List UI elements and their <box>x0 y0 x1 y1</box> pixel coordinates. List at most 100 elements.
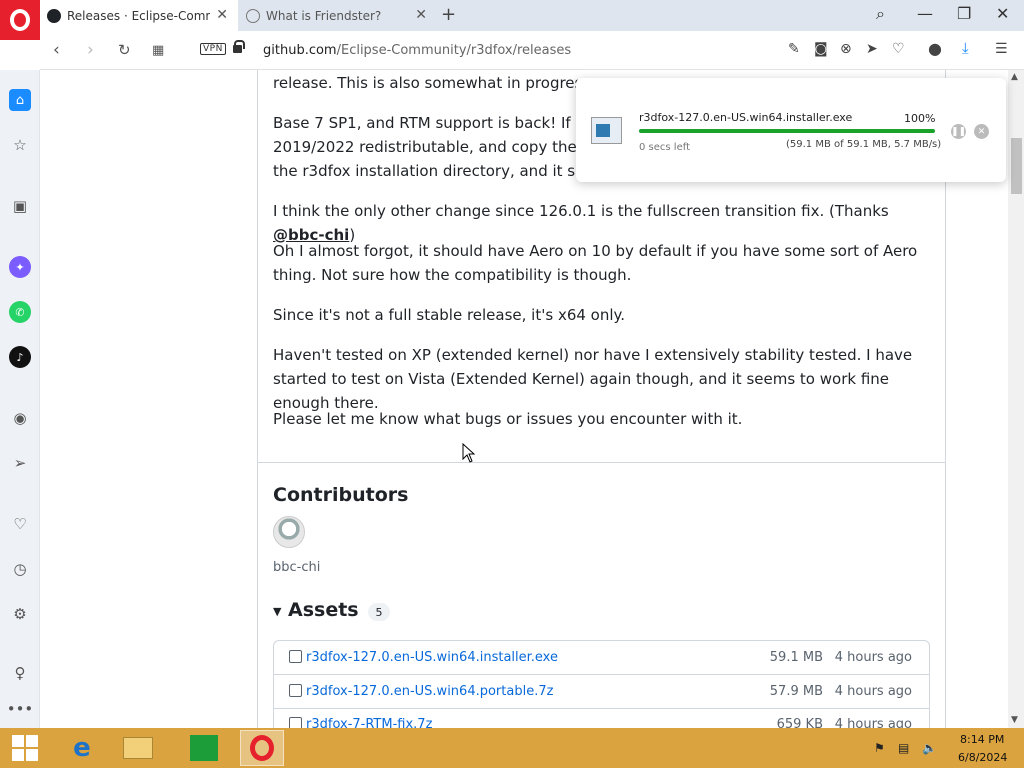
windows-logo-tile <box>12 735 24 747</box>
sidebar <box>0 70 40 728</box>
asset-link[interactable]: r3dfox-127.0.en-US.win64.portable.7z <box>306 684 553 699</box>
volume-muted-icon[interactable]: 🔈 <box>922 741 937 755</box>
asset-time: 4 hours ago <box>834 650 912 665</box>
messenger-icon[interactable]: ✦ <box>9 256 31 278</box>
pause-icon[interactable]: ❚❚ <box>951 124 966 139</box>
restore-button[interactable]: ❐ <box>957 4 971 23</box>
url-field[interactable]: github.com/Eclipse-Community/r3dfox/rele… <box>263 43 571 58</box>
send-icon[interactable]: ➢ <box>9 452 31 474</box>
caret-down-icon[interactable]: ▼ <box>273 605 281 618</box>
asset-link[interactable]: r3dfox-127.0.en-US.win64.installer.exe <box>306 650 558 665</box>
download-percent: 100% <box>904 112 936 125</box>
heart-icon[interactable]: ♡ <box>892 41 905 57</box>
lock-icon[interactable] <box>233 40 245 53</box>
release-note-paragraph: Oh I almost forgot, it should have Aero … <box>273 242 918 284</box>
internet-explorer-icon[interactable]: e <box>60 730 104 766</box>
cancel-icon[interactable]: ✕ <box>974 124 989 139</box>
package-icon <box>289 684 302 697</box>
installer-file-icon <box>591 117 622 144</box>
vpn-badge[interactable]: VPN <box>200 43 226 55</box>
release-note-paragraph: Since it's not a full stable release, it… <box>273 306 626 324</box>
forward-button[interactable]: › <box>87 40 94 60</box>
camera-icon[interactable]: ◙ <box>814 41 828 57</box>
shopping-bag-icon[interactable]: ▣ <box>9 195 31 217</box>
asset-size: 659 KB <box>776 717 823 728</box>
github-icon <box>47 8 61 23</box>
assets-count-badge: 5 <box>368 603 390 621</box>
url-path: /Eclipse-Community/r3dfox/releases <box>336 43 572 58</box>
paragraph-text: I think the only other change since 126.… <box>273 202 889 220</box>
asset-link[interactable]: r3dfox-7-RTM-fix.7z <box>306 717 432 728</box>
mouse-cursor-icon <box>462 443 476 463</box>
tab-label: What is Friendster? <box>266 8 382 23</box>
clock-time[interactable]: 8:14 PM <box>960 733 1004 746</box>
asset-time: 4 hours ago <box>834 684 912 699</box>
minimize-button[interactable]: — <box>917 4 933 23</box>
tiktok-icon[interactable]: ♪ <box>9 346 31 368</box>
scroll-up-icon[interactable]: ▲ <box>1011 72 1018 82</box>
globe-icon <box>246 8 260 23</box>
scroll-down-icon[interactable]: ▼ <box>1011 715 1018 725</box>
asset-row: r3dfox-7-RTM-fix.7z 659 KB 4 hours ago <box>274 709 929 728</box>
opera-logo-icon <box>10 9 30 31</box>
easy-setup-icon[interactable]: ☰ <box>995 41 1008 57</box>
scroll-thumb[interactable] <box>1011 138 1022 194</box>
speed-dial-icon[interactable]: ▦ <box>152 43 164 58</box>
reload-button[interactable]: ↻ <box>118 41 131 59</box>
assets-heading[interactable]: Assets <box>288 599 359 621</box>
download-progress-fill <box>639 129 935 133</box>
new-tab-button[interactable]: + <box>441 4 456 25</box>
settings-icon[interactable]: ⚙ <box>9 603 31 625</box>
package-icon <box>289 650 302 663</box>
whatsapp-icon[interactable]: ✆ <box>9 301 31 323</box>
file-explorer-icon[interactable] <box>116 730 160 766</box>
start-button[interactable] <box>12 735 38 761</box>
home-icon[interactable]: ⌂ <box>9 89 31 111</box>
avatar[interactable] <box>273 516 305 548</box>
tab-friendster[interactable]: What is Friendster? ✕ <box>239 0 437 31</box>
windows-logo-tile <box>26 749 38 761</box>
tab-label: Releases · Eclipse-Community/r3dfox <box>67 8 210 23</box>
tips-icon[interactable]: ♀ <box>9 662 31 684</box>
url-host: github.com <box>263 43 337 58</box>
contributor-name[interactable]: bbc-chi <box>273 560 320 575</box>
close-icon[interactable]: ✕ <box>415 7 427 23</box>
player-icon[interactable]: ◉ <box>9 407 31 429</box>
opera-taskbar-icon[interactable] <box>240 730 284 766</box>
network-icon[interactable]: ▤ <box>898 741 909 755</box>
ad-block-icon[interactable]: ⊗ <box>840 41 852 57</box>
pinboard-icon[interactable]: ☆ <box>9 134 31 156</box>
tab-releases[interactable]: Releases · Eclipse-Community/r3dfox ✕ <box>40 0 238 31</box>
heart-icon[interactable]: ♡ <box>9 513 31 535</box>
release-note-paragraph: Please let me know what bugs or issues y… <box>273 410 743 428</box>
history-icon[interactable]: ◷ <box>9 558 31 580</box>
edit-icon[interactable]: ✎ <box>788 41 800 57</box>
store-icon[interactable] <box>182 730 226 766</box>
download-filename[interactable]: r3dfox-127.0.en-US.win64.installer.exe <box>639 111 852 124</box>
download-status: 0 secs left <box>639 142 690 153</box>
flag-icon[interactable]: ⚑ <box>874 741 885 755</box>
download-size: (59.1 MB of 59.1 MB, 5.7 MB/s) <box>786 139 942 150</box>
windows-logo-tile <box>12 749 24 761</box>
asset-time: 4 hours ago <box>834 717 912 728</box>
release-note-paragraph: Haven't tested on XP (extended kernel) n… <box>273 346 913 412</box>
download-icon[interactable]: ⤓ <box>962 39 969 57</box>
back-button[interactable]: ‹ <box>53 40 60 60</box>
profile-icon[interactable]: ● <box>928 39 942 58</box>
contributors-heading: Contributors <box>273 484 409 506</box>
send-icon[interactable]: ➤ <box>866 41 878 57</box>
asset-row: r3dfox-127.0.en-US.win64.installer.exe 5… <box>274 642 929 675</box>
opera-menu-button[interactable] <box>0 0 40 40</box>
clock-date[interactable]: 6/8/2024 <box>958 751 1007 764</box>
package-icon <box>289 717 302 728</box>
row-divider <box>274 674 929 675</box>
windows-logo-tile <box>26 735 38 747</box>
section-divider <box>258 462 945 463</box>
close-icon[interactable]: ✕ <box>216 7 228 23</box>
close-window-button[interactable]: ✕ <box>996 4 1009 23</box>
search-tabs-icon[interactable]: ⌕ <box>876 4 885 24</box>
asset-row: r3dfox-127.0.en-US.win64.portable.7z 57.… <box>274 676 929 709</box>
asset-size: 59.1 MB <box>769 650 823 665</box>
asset-size: 57.9 MB <box>769 684 823 699</box>
more-icon[interactable]: ••• <box>7 698 34 720</box>
